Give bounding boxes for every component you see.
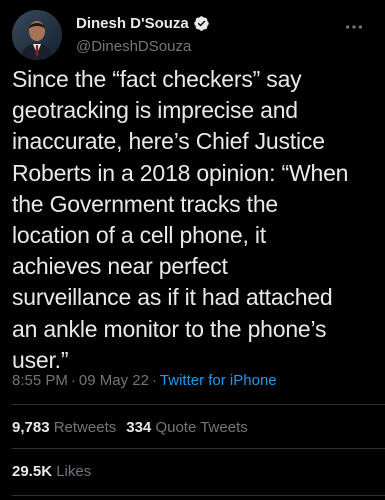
- avatar-image: [12, 10, 62, 60]
- divider: [12, 448, 385, 449]
- tweet-date[interactable]: 09 May 22: [79, 372, 149, 389]
- more-options-icon[interactable]: [343, 16, 365, 38]
- meta-separator: ·: [70, 372, 76, 389]
- retweets-count: 9,783: [12, 419, 50, 436]
- meta-separator: ·: [151, 372, 157, 389]
- engagement-stats: 9,783 Retweets 334 Quote Tweets: [12, 419, 248, 436]
- tweet-detail: Dinesh D'Souza @DineshDSouza Since the “…: [0, 0, 385, 500]
- author-handle[interactable]: @DineshDSouza: [76, 38, 210, 55]
- author-info: Dinesh D'Souza @DineshDSouza: [76, 12, 210, 55]
- divider: [12, 404, 385, 405]
- likes-link[interactable]: 29.5K Likes: [12, 463, 91, 480]
- quote-tweets-link[interactable]: 334 Quote Tweets: [126, 419, 247, 436]
- retweets-link[interactable]: 9,783 Retweets: [12, 419, 116, 436]
- likes-label: Likes: [56, 463, 92, 480]
- tweet-text: Since the “fact checkers” say geotrackin…: [12, 66, 349, 373]
- display-name-row: Dinesh D'Souza: [76, 12, 210, 34]
- tweet-meta: 8:55 PM · 09 May 22 · Twitter for iPhone: [12, 372, 277, 389]
- tweet-header: Dinesh D'Souza @DineshDSouza: [12, 10, 373, 60]
- avatar[interactable]: [12, 10, 62, 60]
- tweet-time[interactable]: 8:55 PM: [12, 372, 68, 389]
- quote-tweets-label: Quote Tweets: [155, 419, 248, 436]
- display-name[interactable]: Dinesh D'Souza: [76, 15, 189, 32]
- divider: [12, 495, 385, 496]
- likes-count: 29.5K: [12, 463, 53, 480]
- tweet-source-link[interactable]: Twitter for iPhone: [160, 372, 277, 389]
- retweets-label: Retweets: [53, 419, 117, 436]
- verified-badge-icon: [193, 15, 209, 31]
- quote-tweets-count: 334: [126, 419, 152, 436]
